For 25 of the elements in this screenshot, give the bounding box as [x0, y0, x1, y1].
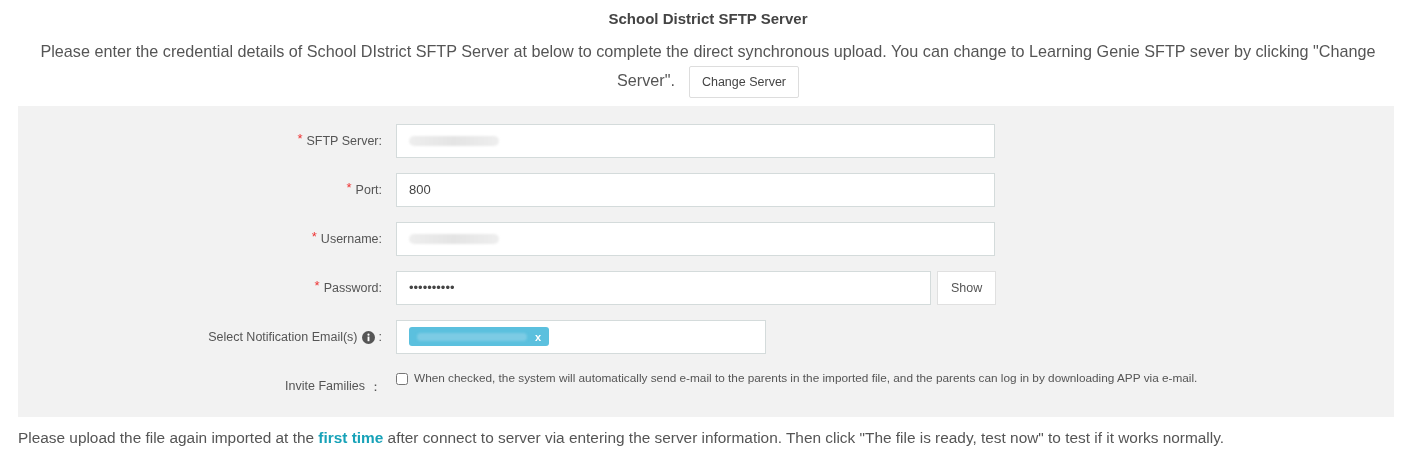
- password-field[interactable]: ••••••••••: [396, 270, 931, 305]
- field-label: SFTP Server:: [306, 133, 382, 148]
- field-label: Invite Families: [285, 379, 365, 393]
- text-field[interactable]: 800: [396, 172, 995, 207]
- text-field[interactable]: [396, 123, 995, 158]
- instruction-text: Please upload the file again imported at the first time after connect to server via entering the server information. Then click "The file is ready, test now" to test if it works normally.: [18, 429, 1225, 447]
- field-label: Select Notification Email(s): [208, 329, 358, 344]
- invite-checkbox[interactable]: [396, 373, 408, 385]
- field-label: Password:: [323, 280, 382, 295]
- intro-text: Please enter the credential details of School DIstrict SFTP Server at below to complete the direct synchronous upload. You can change to Learning Genie SFTP sever by clicking "Change: [40, 42, 1376, 60]
- change-server-button[interactable]: Change Server: [688, 66, 799, 98]
- required-mark: *: [297, 133, 303, 144]
- intro-text: Server".: [617, 71, 675, 90]
- required-mark: *: [346, 182, 352, 193]
- page-title: School District SFTP Server: [607, 10, 809, 27]
- checkbox-description: When checked, the system will automatically send e-mail to the parents in the imported file, and the parents can log in by downloading APP via e-mail.: [414, 371, 1198, 385]
- text-field[interactable]: [396, 221, 995, 256]
- required-mark: *: [311, 231, 317, 242]
- label-colon: :: [378, 329, 382, 344]
- info-icon[interactable]: [361, 330, 375, 344]
- field-label: Port:: [355, 182, 382, 197]
- label-colon: ：: [369, 379, 382, 396]
- required-mark: *: [314, 280, 320, 291]
- field-label: Username:: [320, 231, 382, 246]
- show-password-button[interactable]: Show: [937, 270, 997, 305]
